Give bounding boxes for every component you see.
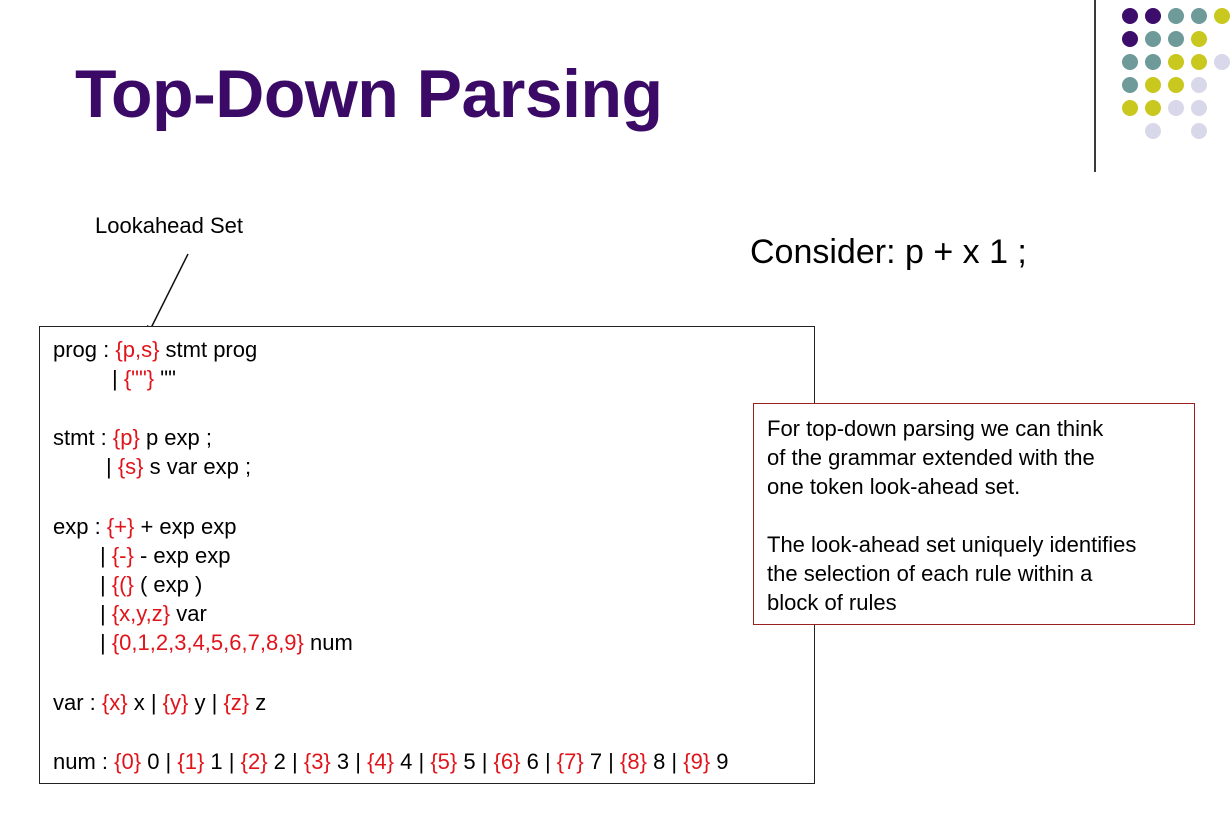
lookahead-set: {s} <box>117 454 144 479</box>
lookahead-set: {3} <box>303 749 331 774</box>
lookahead-set: {x} <box>101 690 128 715</box>
lookahead-set: {z} <box>223 690 250 715</box>
note-box: For top-down parsing we can think of the… <box>753 403 1195 625</box>
grammar-text: var : <box>53 690 102 715</box>
grammar-text: num : <box>53 749 115 774</box>
grammar-text: 6 | <box>520 749 557 774</box>
grammar-text: var <box>170 601 207 626</box>
grammar-text: p exp ; <box>139 425 212 450</box>
grammar-rule-line: | {0,1,2,3,4,5,6,7,8,9} num <box>100 630 353 656</box>
lookahead-set: {9} <box>683 749 711 774</box>
grammar-rule-line: | {s} s var exp ; <box>106 454 251 480</box>
lookahead-set: {p,s} <box>115 337 160 362</box>
lookahead-set: {4} <box>367 749 395 774</box>
grammar-text: ( exp ) <box>133 572 203 597</box>
grammar-text: stmt : <box>53 425 113 450</box>
grammar-text: prog : <box>53 337 116 362</box>
grammar-rule-line: | {""} "" <box>112 366 176 392</box>
grammar-text: 8 | <box>646 749 684 774</box>
lookahead-set: {x,y,z} <box>111 601 171 626</box>
lookahead-set: {+} <box>106 514 135 539</box>
note-paragraph: For top-down parsing we can think of the… <box>767 416 1104 499</box>
grammar-rule-line: exp : {+} + exp exp <box>53 514 237 540</box>
grammar-text: exp : <box>53 514 107 539</box>
lookahead-set: {2} <box>240 749 268 774</box>
grammar-text: - exp exp <box>133 543 231 568</box>
grammar-text: | <box>100 572 112 597</box>
lookahead-set: {y} <box>162 690 189 715</box>
grammar-text: + exp exp <box>134 514 237 539</box>
grammar-box: prog : {p,s} stmt prog | {""} "" stmt : {p… <box>39 326 815 784</box>
grammar-rule-line: num : {0} 0 | {1} 1 | {2} 2 | {3} 3 | {4… <box>53 749 729 775</box>
grammar-text: stmt prog <box>159 337 258 362</box>
lookahead-set: {5} <box>430 749 458 774</box>
note-paragraph: The look-ahead set uniquely identifies t… <box>767 532 1137 615</box>
grammar-text: 4 | <box>394 749 431 774</box>
grammar-text: | <box>100 601 112 626</box>
grammar-text: | <box>106 454 118 479</box>
grammar-text: 9 <box>710 749 729 774</box>
grammar-rule-line: | {-} - exp exp <box>100 543 230 569</box>
lookahead-set: {7} <box>556 749 584 774</box>
lookahead-set: {6} <box>493 749 521 774</box>
lookahead-set: {-} <box>111 543 134 568</box>
grammar-text: num <box>303 630 353 655</box>
grammar-text: 2 | <box>267 749 304 774</box>
lookahead-set: {""} <box>123 366 155 391</box>
lookahead-set: {0} <box>114 749 142 774</box>
grammar-rule-line: prog : {p,s} stmt prog <box>53 337 257 363</box>
grammar-text: | <box>112 366 124 391</box>
grammar-text: y | <box>188 690 224 715</box>
grammar-rule-line: | {x,y,z} var <box>100 601 207 627</box>
grammar-rule-line: stmt : {p} p exp ; <box>53 425 212 451</box>
grammar-text: x | <box>127 690 163 715</box>
lookahead-set: {(} <box>111 572 134 597</box>
grammar-rule-line: | {(} ( exp ) <box>100 572 202 598</box>
lookahead-set: {0,1,2,3,4,5,6,7,8,9} <box>111 630 304 655</box>
grammar-text: z <box>249 690 267 715</box>
lookahead-set: {p} <box>112 425 140 450</box>
grammar-rule-line: var : {x} x | {y} y | {z} z <box>53 690 266 716</box>
lookahead-set: {1} <box>177 749 205 774</box>
lookahead-set: {8} <box>620 749 647 774</box>
grammar-text: | <box>100 543 112 568</box>
consider-text: Consider: p + x 1 ; <box>750 233 1027 271</box>
grammar-text: 3 | <box>330 749 368 774</box>
grammar-text: s var exp ; <box>143 454 252 479</box>
grammar-text: 0 | <box>141 749 178 774</box>
grammar-text: | <box>100 630 112 655</box>
grammar-text: "" <box>154 366 176 391</box>
grammar-text: 7 | <box>583 749 621 774</box>
grammar-text: 5 | <box>457 749 494 774</box>
grammar-text: 1 | <box>204 749 241 774</box>
